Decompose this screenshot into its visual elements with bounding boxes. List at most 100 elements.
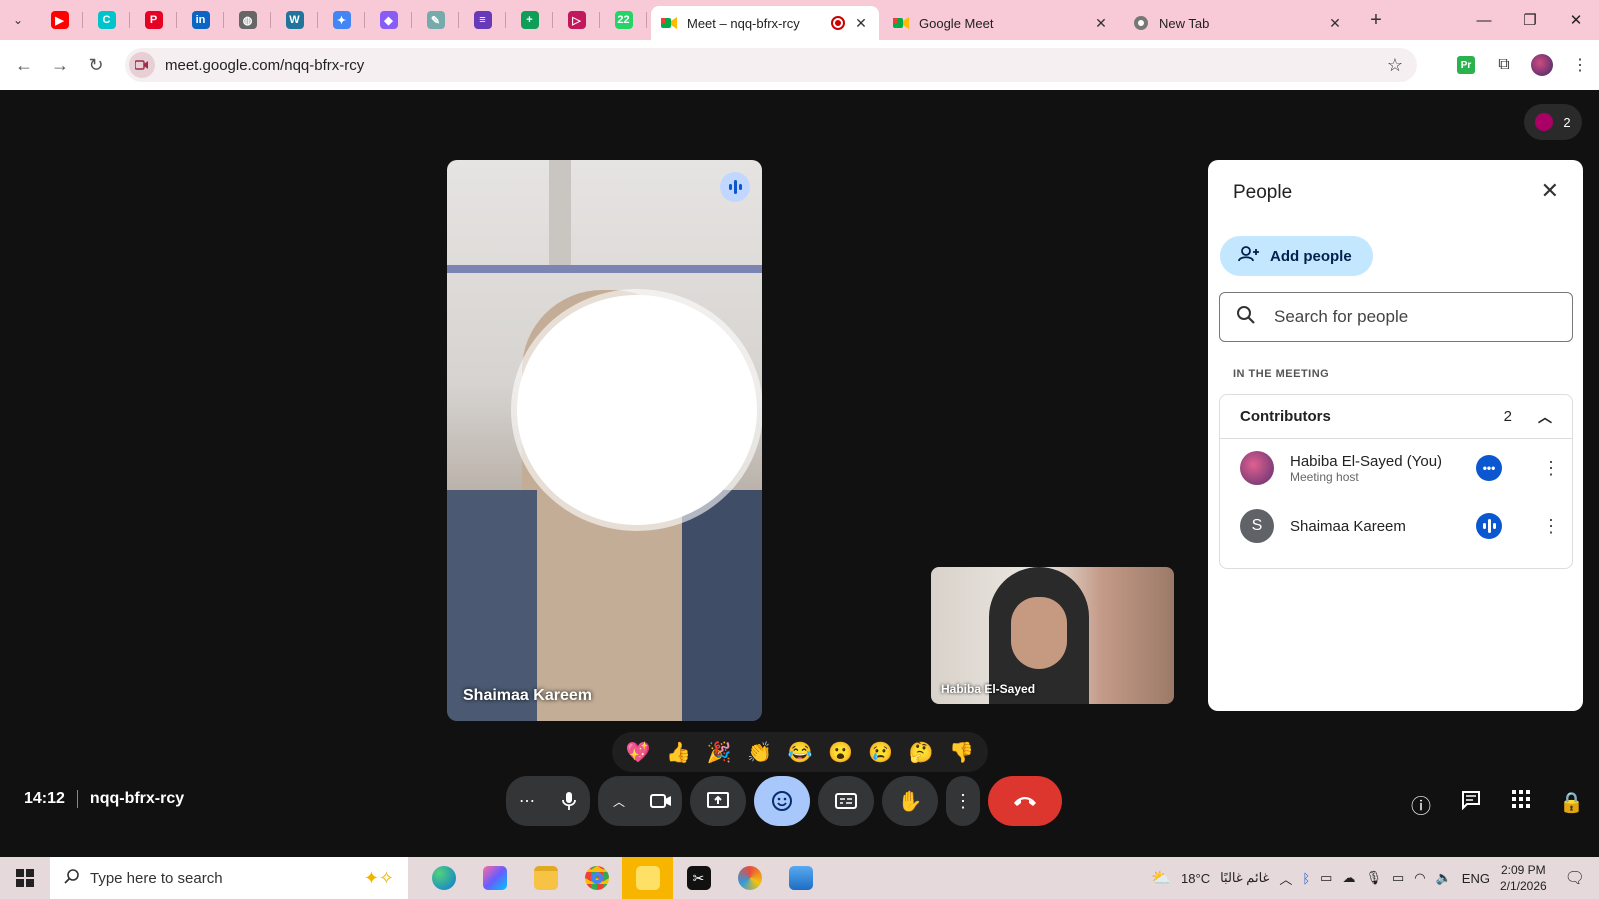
windows-start-icon[interactable] — [0, 857, 50, 899]
reaction-emoji-button[interactable]: 💖 — [626, 740, 651, 765]
more-options-icon[interactable]: ⋮ — [946, 776, 980, 826]
meet-icon — [893, 15, 909, 31]
pinned-tab[interactable]: ≡ — [459, 0, 506, 40]
pinned-tab[interactable]: ◍ — [224, 0, 271, 40]
group-label: Contributors — [1240, 408, 1331, 425]
add-people-button[interactable]: Add people — [1220, 236, 1373, 276]
tab-search-chevron-icon[interactable]: ⌄ — [0, 0, 36, 40]
new-tab-plus-icon[interactable]: + — [1361, 9, 1391, 32]
language-indicator[interactable]: ENG — [1462, 871, 1490, 886]
pinned-tab[interactable]: 22 — [600, 0, 647, 40]
notifications-icon[interactable]: 🗨 — [1565, 868, 1585, 888]
chrome-icon[interactable] — [571, 857, 622, 899]
reaction-emoji-button[interactable]: 👏 — [747, 740, 772, 765]
onedrive-icon[interactable]: ☁ — [1342, 870, 1355, 886]
file-explorer-icon[interactable] — [520, 857, 571, 899]
taskbar-search-input[interactable]: Type here to search ✦✧ — [50, 857, 408, 899]
back-arrow-icon[interactable]: ← — [6, 55, 42, 76]
tab-new-tab[interactable]: New Tab ✕ — [1123, 6, 1353, 40]
search-people-input[interactable]: Search for people — [1219, 292, 1573, 342]
more-dots-status-icon: ••• — [1476, 455, 1502, 481]
tray-overflow-chevron-icon[interactable]: ︿ — [1279, 869, 1292, 888]
pinned-tab[interactable]: in — [177, 0, 224, 40]
pinned-tab[interactable]: P — [130, 0, 177, 40]
sticky-notes-icon[interactable] — [622, 857, 673, 899]
chrome-menu-icon[interactable]: ⋮ — [1561, 55, 1599, 75]
close-tab-icon[interactable]: ✕ — [853, 15, 869, 32]
pinned-tab[interactable]: W — [271, 0, 318, 40]
minimize-icon[interactable]: — — [1461, 0, 1507, 40]
microphone-icon[interactable] — [548, 776, 590, 826]
photos-icon[interactable] — [775, 857, 826, 899]
close-window-icon[interactable]: ✕ — [1553, 0, 1599, 40]
reload-icon[interactable]: ↻ — [78, 55, 114, 76]
pinned-tab[interactable]: + — [506, 0, 553, 40]
pinned-tab[interactable]: ✦ — [318, 0, 365, 40]
leave-call-button[interactable] — [988, 776, 1062, 826]
raise-hand-icon[interactable]: ✋ — [882, 776, 938, 826]
audio-options-icon[interactable]: ⋯ — [506, 776, 548, 826]
extensions-puzzle-icon[interactable]: ⧉ — [1485, 56, 1523, 74]
weather-icon[interactable]: ⛅ — [1151, 868, 1171, 888]
capcut-icon[interactable]: ✂ — [673, 857, 724, 899]
video-options-chevron-icon[interactable]: ︿ — [598, 776, 640, 826]
close-tab-icon[interactable]: ✕ — [1327, 15, 1343, 32]
reaction-emoji-button[interactable]: 😂 — [788, 740, 813, 765]
contributors-header[interactable]: Contributors 2 ︿ — [1220, 395, 1572, 439]
person-name: Habiba El-Sayed (You) — [1290, 452, 1443, 470]
meet-tray-icon[interactable]: ▭ — [1320, 870, 1332, 886]
pinned-tab[interactable]: C — [83, 0, 130, 40]
pinned-tab[interactable]: ✎ — [412, 0, 459, 40]
video-tile-self[interactable]: Habiba El-Sayed — [931, 567, 1174, 704]
bookmark-star-icon[interactable]: ☆ — [1387, 55, 1403, 76]
participants-pill[interactable]: 2 — [1524, 104, 1582, 140]
participant-avatar — [1535, 113, 1554, 131]
site-info-icon[interactable] — [129, 52, 155, 78]
pinned-tab[interactable]: ▶ — [36, 0, 83, 40]
pinned-tab[interactable]: ◆ — [365, 0, 412, 40]
tab-meet-active[interactable]: Meet – nqq-bfrx-rcy ✕ — [651, 6, 879, 40]
bluetooth-icon[interactable]: ᛒ — [1302, 871, 1310, 886]
profile-avatar[interactable] — [1523, 54, 1561, 76]
reaction-emoji-button[interactable]: 👎 — [949, 740, 974, 765]
close-tab-icon[interactable]: ✕ — [1093, 15, 1109, 32]
meeting-details-info-icon[interactable]: ⓘ — [1409, 790, 1433, 819]
volume-icon[interactable]: 🔈 — [1436, 870, 1452, 886]
pinned-tab[interactable]: ▷ — [553, 0, 600, 40]
present-screen-icon[interactable] — [690, 776, 746, 826]
copilot-icon[interactable] — [469, 857, 520, 899]
microphone-tray-icon[interactable]: 🎙 — [1365, 870, 1382, 886]
more-vert-icon[interactable]: ⋮ — [1542, 458, 1560, 479]
camera-icon[interactable] — [640, 776, 682, 826]
reaction-emoji-button[interactable]: 👍 — [666, 740, 691, 765]
wifi-icon[interactable]: ◠ — [1414, 870, 1425, 886]
url-text: meet.google.com/nqq-bfrx-rcy — [165, 56, 365, 74]
captions-icon[interactable] — [818, 776, 874, 826]
slides-icon: ▷ — [567, 11, 586, 29]
close-icon[interactable]: ✕ — [1541, 178, 1559, 204]
reaction-emoji-button[interactable]: 🎉 — [707, 740, 732, 765]
chevron-up-icon[interactable]: ︿ — [1538, 407, 1552, 427]
tab-google-meet[interactable]: Google Meet ✕ — [883, 6, 1119, 40]
reaction-emoji-button[interactable]: 😢 — [868, 740, 893, 765]
panel-title: People — [1233, 182, 1293, 203]
avatar — [1240, 451, 1274, 485]
address-bar[interactable]: meet.google.com/nqq-bfrx-rcy ☆ — [125, 48, 1417, 82]
davinci-icon[interactable] — [724, 857, 775, 899]
more-vert-icon[interactable]: ⋮ — [1542, 516, 1560, 537]
chat-icon[interactable] — [1459, 790, 1483, 819]
forward-arrow-icon[interactable]: → — [42, 55, 78, 76]
edge-icon[interactable] — [418, 857, 469, 899]
extension-pr-icon[interactable]: Pr — [1447, 56, 1485, 74]
reaction-emoji-button[interactable]: 😮 — [828, 740, 853, 765]
clock[interactable]: 2:09 PM 2/1/2026 — [1500, 862, 1547, 894]
activities-grid-icon[interactable] — [1509, 790, 1533, 819]
battery-icon[interactable]: ▭ — [1392, 870, 1404, 886]
emoji-reactions-icon[interactable] — [754, 776, 810, 826]
restore-icon[interactable]: ❐ — [1507, 0, 1553, 40]
background-pole — [549, 160, 571, 270]
reaction-emoji-button[interactable]: 🤔 — [909, 740, 934, 765]
whatsapp-icon: 22 — [614, 11, 633, 29]
host-controls-lock-icon[interactable]: 🔒 — [1559, 790, 1584, 819]
video-tile-main[interactable]: Shaimaa Kareem — [447, 160, 762, 721]
